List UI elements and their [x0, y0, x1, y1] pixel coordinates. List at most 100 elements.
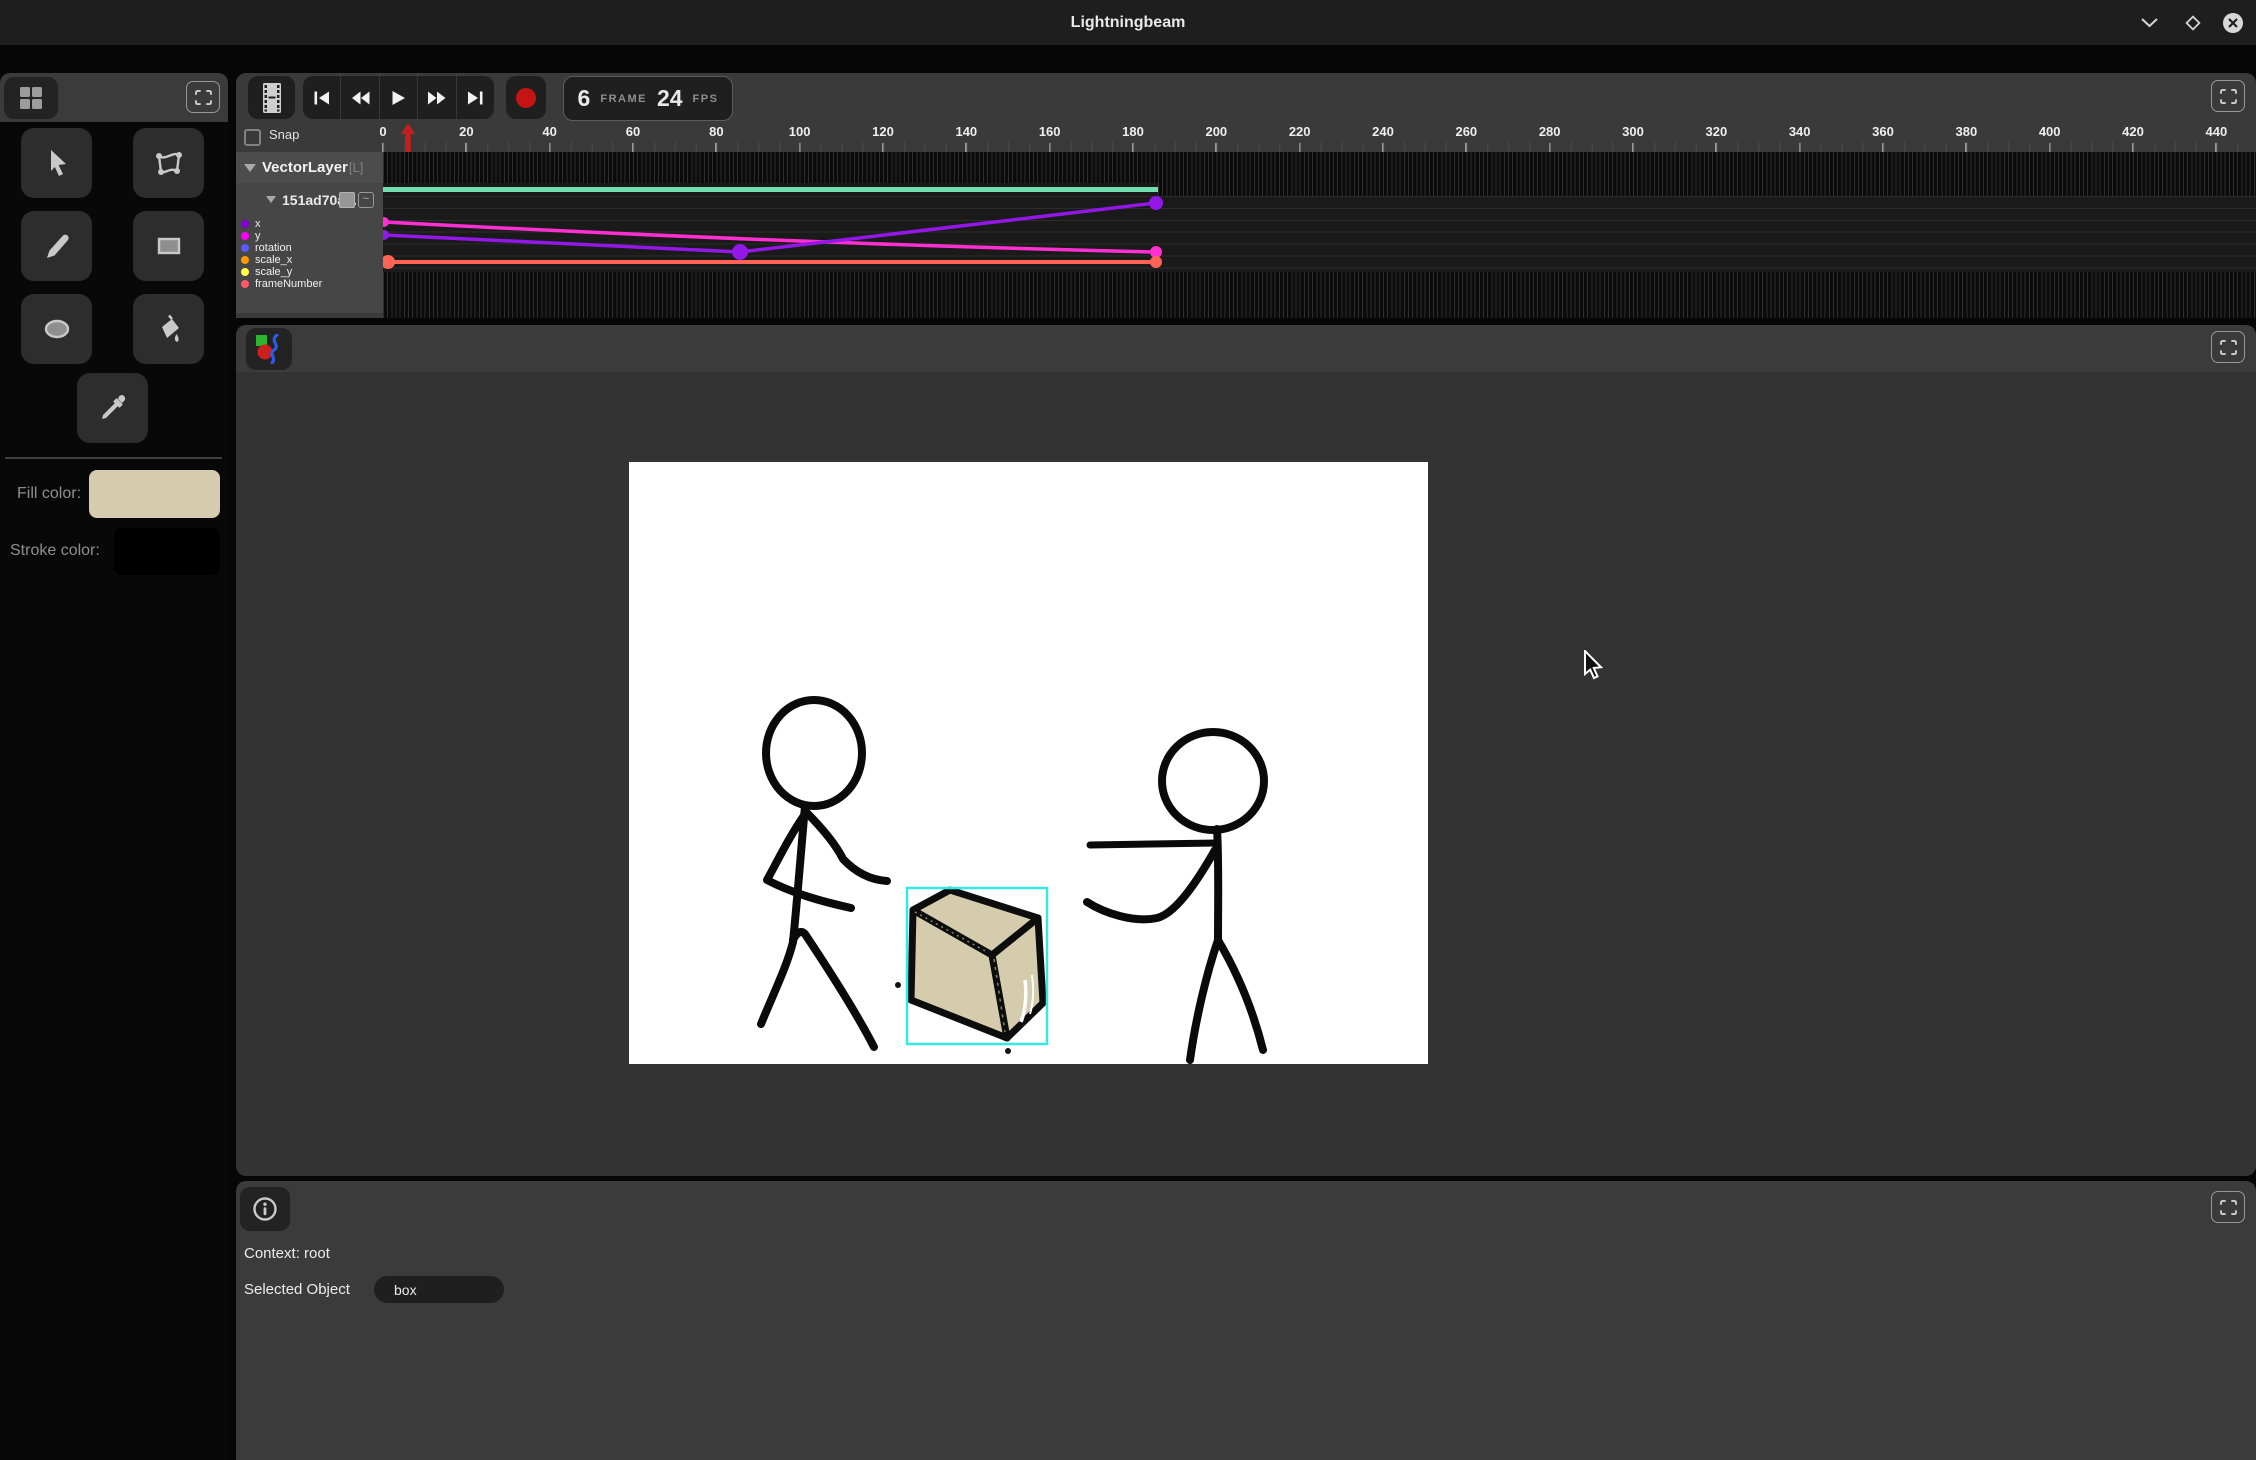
ruler-label: 180 [1122, 124, 1144, 139]
expand-icon [2220, 340, 2237, 355]
property-row[interactable]: scale_x [236, 254, 383, 266]
eyedropper-icon [97, 392, 129, 424]
info-icon [252, 1196, 278, 1222]
tool-rectangle-button[interactable] [133, 211, 204, 281]
stroke-color-label: Stroke color: [10, 542, 100, 560]
frame-fps-panel[interactable]: 6 FRAME 24 FPS [563, 76, 733, 121]
shapes-logo-icon [255, 334, 283, 364]
keyframe-dot[interactable] [732, 244, 748, 260]
selection-anchor[interactable] [895, 982, 901, 988]
stroke-color-swatch[interactable] [114, 528, 220, 575]
property-name: x [255, 218, 261, 230]
stage-drawing [629, 462, 1428, 1064]
chevron-down-icon [2141, 18, 2158, 28]
fast-forward-button[interactable] [418, 76, 456, 119]
ruler-label: 420 [2122, 124, 2144, 139]
ruler-label: 80 [709, 124, 723, 139]
property-row[interactable]: frameNumber [236, 278, 383, 290]
keyframe-dot[interactable] [1149, 196, 1163, 210]
record-button[interactable] [506, 76, 546, 119]
layer-row[interactable]: VectorLayer [L] [236, 152, 383, 183]
canvas-panel [236, 325, 2256, 1176]
timeline-tracks[interactable] [383, 152, 2256, 318]
grid-icon [19, 86, 43, 110]
rectangle-icon [153, 230, 185, 262]
info-panel-expand-button[interactable] [2211, 1191, 2245, 1223]
fps-label: FPS [693, 93, 719, 105]
keyframe-dot[interactable] [383, 255, 395, 269]
film-settings-button[interactable] [248, 76, 295, 119]
titlebar: Lightningbeam [0, 0, 2256, 45]
stick-figure-right[interactable] [1087, 732, 1264, 1060]
tool-select-button[interactable] [21, 128, 92, 198]
group-solid-button[interactable] [339, 192, 355, 208]
snap-checkbox[interactable] [244, 129, 261, 146]
timeline-expand-button[interactable] [2211, 80, 2245, 112]
expand-icon [2220, 89, 2237, 104]
window-title: Lightningbeam [0, 0, 2256, 45]
keyframe-dot[interactable] [383, 230, 389, 240]
tool-panel-expand-button[interactable] [186, 81, 220, 113]
keyframe-dot[interactable] [383, 217, 389, 227]
play-icon [391, 90, 406, 106]
property-row[interactable]: scale_y [236, 266, 383, 278]
skip-to-start-button[interactable] [303, 76, 341, 119]
collapse-caret-icon[interactable] [266, 196, 276, 203]
tool-eyedropper-button[interactable] [77, 373, 148, 443]
property-name: scale_y [255, 266, 292, 278]
box-object[interactable] [911, 890, 1043, 1038]
ruler-label: 380 [1955, 124, 1977, 139]
canvas-expand-button[interactable] [2211, 331, 2245, 363]
skip-end-icon [467, 90, 484, 106]
window-close-button[interactable] [2222, 12, 2244, 34]
selected-object-field[interactable]: box [374, 1276, 504, 1303]
fill-color-swatch[interactable] [89, 470, 220, 518]
info-button[interactable] [240, 1187, 290, 1231]
transform-icon [153, 147, 185, 179]
ruler-label: 0 [379, 124, 386, 139]
property-color-dot [241, 232, 249, 240]
group-row[interactable]: 151ad70a... ~ [236, 185, 383, 214]
property-name: frameNumber [255, 278, 322, 290]
ellipse-icon [41, 313, 73, 345]
pencil-icon [41, 230, 73, 262]
expand-icon [195, 90, 212, 105]
tool-ellipse-button[interactable] [21, 294, 92, 364]
shapes-mode-button[interactable] [246, 328, 292, 370]
paint-bucket-icon [153, 313, 185, 345]
property-row[interactable]: y [236, 230, 383, 242]
expand-icon [2220, 1200, 2237, 1215]
fill-color-label: Fill color: [17, 485, 81, 503]
ruler-label: 40 [542, 124, 556, 139]
play-button[interactable] [380, 76, 418, 119]
stage[interactable] [629, 462, 1428, 1064]
tool-transform-button[interactable] [133, 128, 204, 198]
ruler-label: 340 [1789, 124, 1811, 139]
property-row[interactable]: x [236, 218, 383, 230]
panel-grid-button[interactable] [4, 77, 58, 119]
ruler-label: 120 [872, 124, 894, 139]
window-minimize-button[interactable] [2138, 12, 2160, 34]
ruler-label: 400 [2039, 124, 2061, 139]
tool-paint-bucket-button[interactable] [133, 294, 204, 364]
mouse-cursor-icon [1578, 650, 1606, 682]
cursor-icon [41, 147, 73, 179]
window-maximize-button[interactable] [2182, 12, 2204, 34]
keyframe-dot[interactable] [1150, 256, 1162, 268]
skip-to-end-button[interactable] [457, 76, 494, 119]
selected-object-label: Selected Object [244, 1281, 350, 1298]
collapse-caret-icon[interactable] [244, 164, 256, 172]
fps-value: 24 [657, 85, 683, 112]
tool-pencil-button[interactable] [21, 211, 92, 281]
selection-anchor[interactable] [1005, 1048, 1011, 1054]
keyframe-curves [383, 152, 2256, 318]
ruler-label: 440 [2205, 124, 2227, 139]
rewind-icon [351, 90, 370, 106]
group-curve-button[interactable]: ~ [358, 192, 374, 208]
snap-label: Snap [269, 127, 299, 142]
frame-value: 6 [578, 85, 591, 112]
ruler-label: 320 [1705, 124, 1727, 139]
property-row[interactable]: rotation [236, 242, 383, 254]
rewind-button[interactable] [341, 76, 379, 119]
stick-figure-left[interactable] [761, 700, 887, 1047]
